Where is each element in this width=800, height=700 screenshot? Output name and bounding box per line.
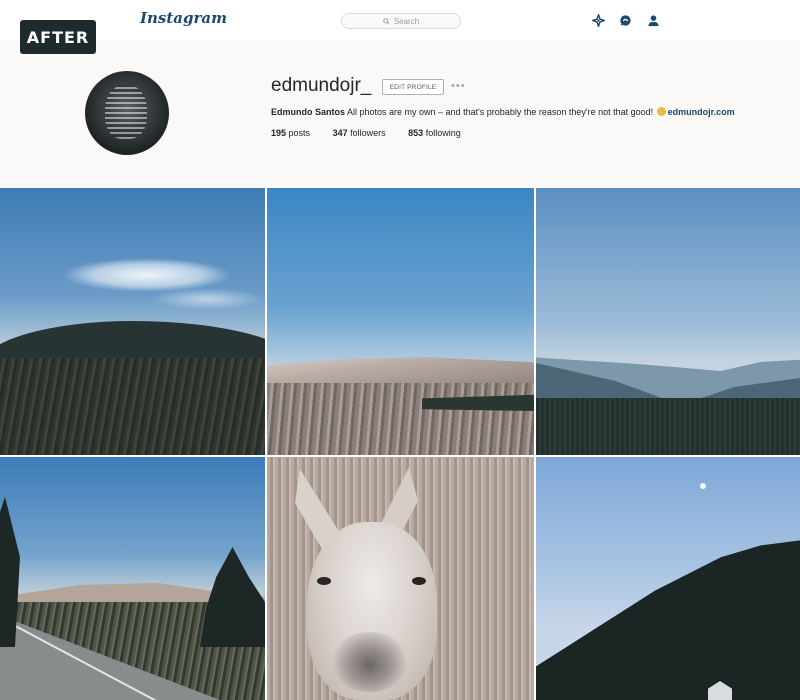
profile-stats: 195 posts 347 followers 853 following [271,128,481,138]
photo-dusk-forest[interactable] [536,457,800,700]
instagram-logo[interactable]: Instagram [140,9,227,27]
activity-icon[interactable] [618,13,632,27]
smile-emoji-icon [656,107,666,116]
top-navigation-bar: Instagram Search [0,0,800,40]
edit-profile-button[interactable]: EDIT PROFILE [382,79,444,95]
profile-avatar[interactable] [85,71,169,155]
explore-icon[interactable] [591,13,605,27]
profile-username: edmundojr_ [271,75,372,96]
stat-following-label: following [425,128,461,138]
stat-posts-value: 195 [271,128,287,138]
stat-posts: 195 posts [271,128,310,138]
stat-posts-label: posts [288,128,311,138]
stat-followers-label: followers [350,128,386,138]
more-options-button[interactable]: ••• [451,80,466,92]
after-badge: AFTER [20,20,96,54]
stat-following[interactable]: 853 following [408,128,461,138]
bio-text: All photos are my own – and that's proba… [345,107,656,117]
stat-followers-value: 347 [332,128,348,138]
search-input[interactable]: Search [341,13,461,29]
photo-donkey[interactable] [267,457,534,700]
profile-bio: Edmundo Santos All photos are my own – a… [271,107,735,117]
profile-website-link[interactable]: edmundojr.com [668,107,735,117]
profile-full-name: Edmundo Santos [271,107,345,117]
search-icon [383,17,390,25]
photo-road[interactable] [0,457,265,700]
photo-grid [0,188,800,700]
photo-hills-with-clouds[interactable] [0,188,265,455]
photo-valley[interactable] [536,188,800,455]
photo-moorland[interactable] [267,188,534,455]
stat-following-value: 853 [408,128,424,138]
profile-icon[interactable] [646,13,660,27]
search-placeholder: Search [393,16,420,26]
stat-followers[interactable]: 347 followers [333,128,386,138]
